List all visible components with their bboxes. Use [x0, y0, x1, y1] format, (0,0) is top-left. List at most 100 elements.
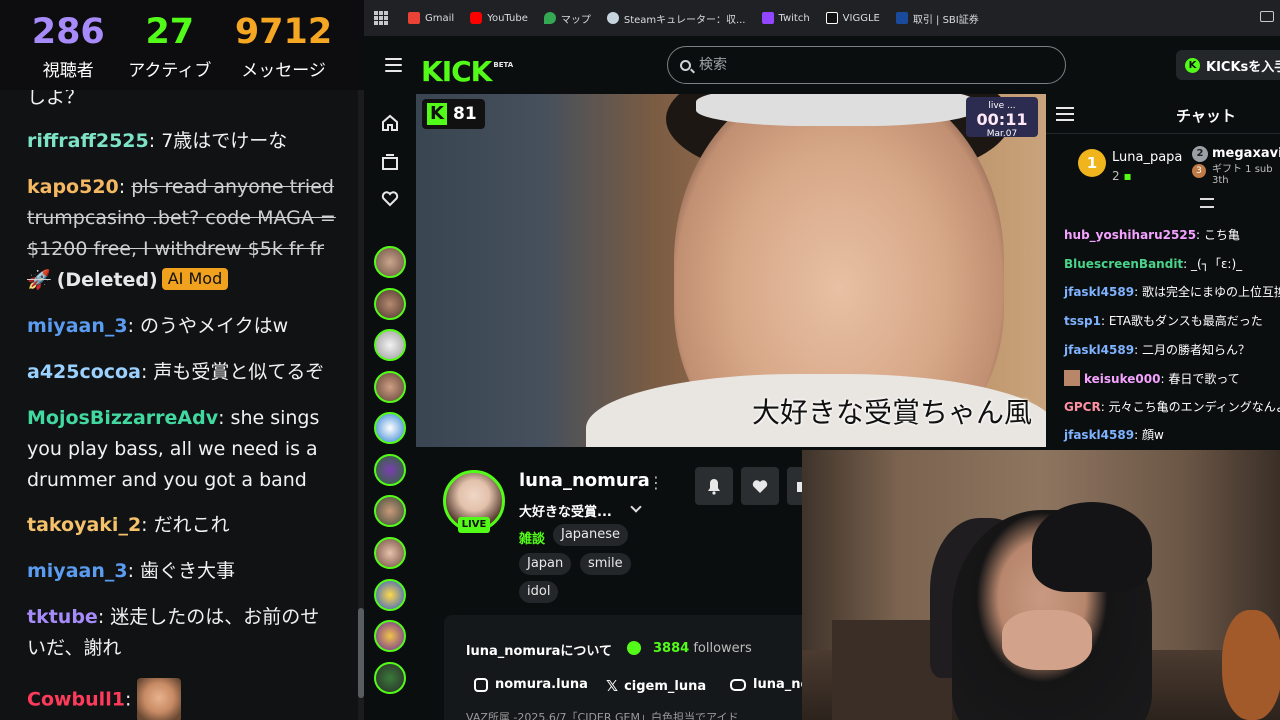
video-caption: 大好きな受賞ちゃん風: [751, 396, 1032, 429]
followed-channel-avatar[interactable]: [374, 329, 406, 361]
follow-button[interactable]: [741, 467, 779, 505]
collapse-chat-icon[interactable]: [1056, 107, 1074, 121]
top-gifters: 1 Luna_papa 2 ▪ 2 megaxavie 3 ギフト 1 sub3…: [1046, 136, 1280, 196]
stream-category[interactable]: 雑談: [519, 528, 545, 547]
message-text: 春日で歌って: [1168, 372, 1240, 386]
stat-active: 27 アクティブ: [128, 0, 211, 90]
followed-channel-avatar[interactable]: [374, 454, 406, 486]
channel-name[interactable]: luna_nomura: [519, 470, 650, 491]
chat-message: BluescreenBandit: _(┐「ε:)_: [1064, 257, 1243, 271]
viewer-count-badge: K 81: [422, 99, 485, 129]
gmail-icon: [408, 12, 420, 24]
bookmark-viggle[interactable]: VIGGLE: [825, 12, 880, 24]
tag-smile[interactable]: smile: [580, 553, 631, 575]
webcam-pointing-hand: [1002, 610, 1092, 670]
chat-username[interactable]: jfaskl4589: [1064, 285, 1134, 299]
home-icon[interactable]: [381, 114, 399, 132]
bookmark-gmail[interactable]: Gmail: [408, 12, 454, 24]
logo-text: KICK: [421, 55, 492, 88]
gift-icon: [797, 482, 802, 492]
steam-icon: [606, 12, 619, 24]
followed-channel-avatar[interactable]: [374, 495, 406, 527]
chat-username[interactable]: jfaskl4589: [1064, 428, 1134, 442]
followers-count: 3884 followers: [653, 641, 752, 656]
youtube-icon: [470, 12, 483, 24]
followed-channel-avatar[interactable]: [374, 579, 406, 611]
message-text: _(┐「ε:)_: [1191, 257, 1243, 271]
chat-message: Cowbull1:: [27, 678, 337, 720]
chat-username[interactable]: kapo520: [27, 176, 119, 198]
tag-japan[interactable]: Japan: [519, 553, 572, 575]
chat-message: riffraff2525: 7歳はでけーな: [27, 130, 288, 152]
ai-mod-badge: AI Mod: [161, 268, 229, 290]
bookmark-steam[interactable]: Steamキュレーター：収...: [606, 11, 746, 26]
kick-k-icon: K: [427, 103, 447, 125]
bookmark-youtube[interactable]: YouTube: [470, 12, 528, 24]
search-icon: [680, 60, 691, 71]
followed-channel-avatar[interactable]: [374, 412, 406, 444]
notification-button[interactable]: [695, 467, 733, 505]
chat-username[interactable]: a425cocoa: [27, 361, 141, 383]
gifter-rank3-badge: 3: [1192, 164, 1206, 178]
chat-username[interactable]: tssp1: [1064, 314, 1101, 328]
search-input[interactable]: [667, 46, 1066, 84]
side-nav: [364, 94, 416, 720]
stat-messages-value: 9712: [234, 12, 333, 52]
social-youtube[interactable]: luna_no: [730, 677, 809, 692]
video-player[interactable]: 大好きな受賞ちゃん風 K 81 live ... 00:11 Mar.07: [416, 94, 1046, 447]
following-heart-icon[interactable]: [381, 190, 399, 208]
chat-username[interactable]: miyaan_3: [27, 315, 128, 337]
get-kicks-button[interactable]: K KICKsを入手: [1176, 50, 1280, 80]
chat-username[interactable]: Cowbull1: [27, 689, 125, 711]
gifter-rank2-badge: 2: [1192, 146, 1208, 162]
gifter2-name[interactable]: megaxavie: [1212, 146, 1280, 161]
expand-gifters-icon[interactable]: [1200, 198, 1214, 208]
bookmarks-folder-icon[interactable]: [1260, 11, 1274, 22]
browse-icon[interactable]: [381, 153, 399, 171]
stream-title: 大好きな受賞...: [519, 505, 612, 520]
menu-icon[interactable]: [385, 58, 402, 72]
chat-username[interactable]: GPCR: [1064, 400, 1101, 414]
apps-grid-icon[interactable]: [374, 11, 388, 25]
more-options-icon[interactable]: ⋮: [648, 473, 664, 492]
stat-active-label: アクティブ: [128, 61, 212, 81]
chat-username[interactable]: tktube: [27, 606, 98, 628]
followed-channel-avatar[interactable]: [374, 246, 406, 278]
followed-channel-avatar[interactable]: [374, 662, 406, 694]
chat-username[interactable]: hub_yoshiharu2525: [1064, 228, 1196, 242]
tag-idol[interactable]: idol: [519, 581, 559, 603]
social-x[interactable]: 𝕏cigem_luna: [606, 677, 706, 695]
bookmark-sbi[interactable]: 取引 | SBI証券: [895, 11, 979, 26]
chat-username[interactable]: riffraff2525: [27, 130, 149, 152]
chat-title: チャット: [1176, 107, 1236, 125]
chat-username[interactable]: MojosBizzarreAdv: [27, 407, 218, 429]
gift-button[interactable]: [787, 467, 802, 505]
live-badge: LIVE: [458, 517, 490, 533]
webcam-streamer-hair: [1032, 502, 1152, 592]
kick-logo[interactable]: KICK BETA: [421, 50, 513, 87]
chat-username[interactable]: jfaskl4589: [1064, 343, 1134, 357]
followed-channel-avatar[interactable]: [374, 288, 406, 320]
face-emote-icon: [137, 678, 182, 720]
bell-icon: [708, 479, 720, 495]
chat-message: hub_yoshiharu2525: こち亀: [1064, 228, 1240, 242]
bookmark-maps[interactable]: マップ: [543, 11, 591, 26]
chat-username[interactable]: BluescreenBandit: [1064, 257, 1183, 271]
bookmark-twitch[interactable]: Twitch: [761, 12, 810, 24]
message-text: ETA歌もダンスも最高だった: [1108, 314, 1263, 328]
followed-channel-avatar[interactable]: [374, 620, 406, 652]
chat-username[interactable]: keisuke000: [1084, 372, 1160, 386]
chat-username[interactable]: miyaan_3: [27, 560, 128, 582]
social-instagram[interactable]: nomura.luna: [474, 677, 588, 692]
followed-channel-avatar[interactable]: [374, 537, 406, 569]
stamp-time: 00:11: [976, 110, 1028, 129]
webcam-overlay: [802, 450, 1280, 720]
channel-info: LIVE luna_nomura ⋮ 大好きな受賞... 雑談 Japanese…: [416, 447, 809, 720]
chevron-down-icon[interactable]: [630, 501, 642, 513]
tag-japanese[interactable]: Japanese: [553, 524, 629, 546]
followed-channel-avatar[interactable]: [374, 371, 406, 403]
channel-bio: VAZ所属 -2025.6/7「CIDER GEM」白色担当でアイド: [466, 711, 739, 720]
chat-username[interactable]: takoyaki_2: [27, 514, 141, 536]
gifter-name[interactable]: Luna_papa: [1112, 150, 1182, 165]
message-text: 声も受賞と似てるぞ: [153, 361, 325, 383]
